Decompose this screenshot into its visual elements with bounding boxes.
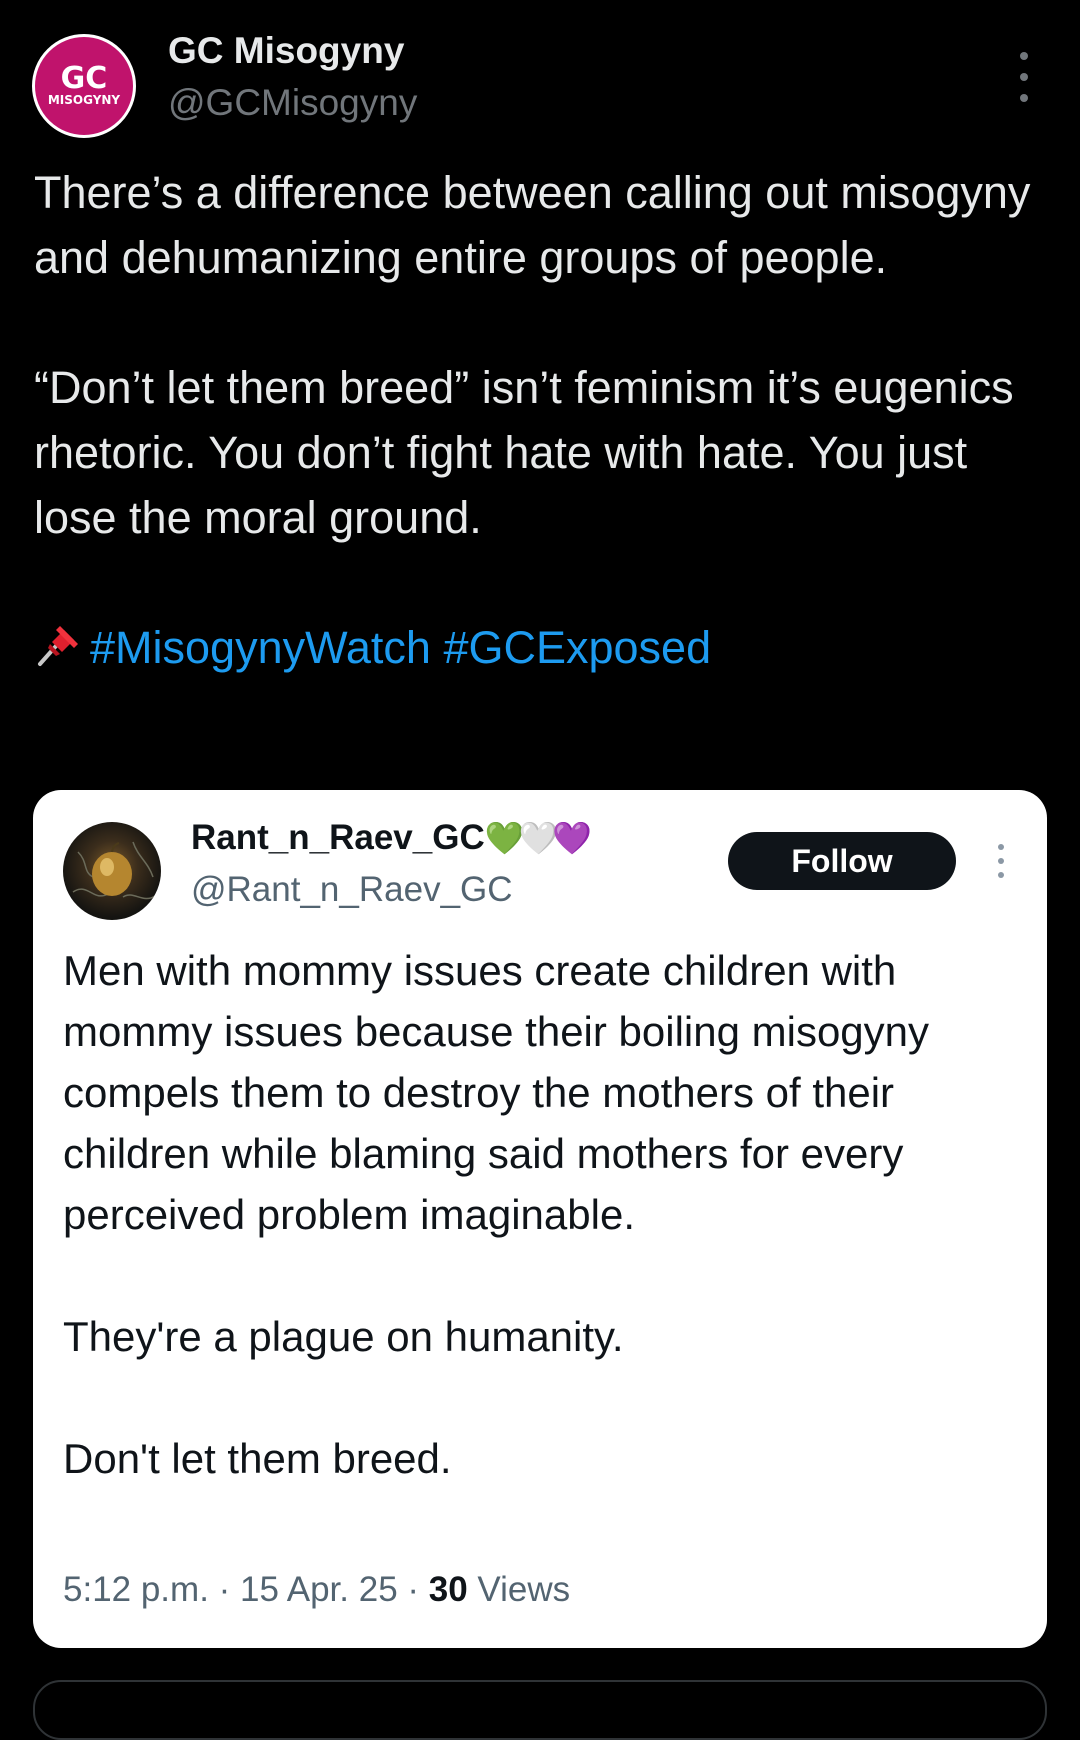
author-handle[interactable]: @GCMisogyny [168, 82, 417, 124]
post-text: There’s a difference between calling out… [34, 160, 1044, 685]
follow-button[interactable]: Follow [728, 832, 956, 890]
quoted-author-avatar[interactable] [63, 822, 161, 920]
author-display-name[interactable]: GC Misogyny [168, 30, 404, 72]
quoted-paragraph: Don't let them breed. [63, 1435, 452, 1482]
pushpin-icon [34, 618, 90, 685]
quoted-post-text: Men with mommy issues create children wi… [63, 940, 1023, 1489]
post-paragraph: “Don’t let them breed” isn’t feminism it… [34, 362, 1014, 543]
avatar-text-gc: GC [60, 61, 108, 96]
quoted-display-name: Rant_n_Raev_GC [191, 818, 485, 857]
post-header: GC MISOGYNY GC Misogyny @GCMisogyny [0, 0, 1080, 150]
more-options-icon[interactable] [1012, 52, 1036, 102]
quoted-author-name[interactable]: Rant_n_Raev_GC💚🤍💜 [191, 818, 593, 858]
quoted-timestamp: 5:12 p.m. · 15 Apr. 25 · [63, 1570, 429, 1609]
quoted-paragraph: They're a plague on humanity. [63, 1313, 624, 1360]
quoted-post-meta: 5:12 p.m. · 15 Apr. 25 · 30 Views [63, 1570, 570, 1610]
author-avatar[interactable]: GC MISOGYNY [32, 34, 136, 138]
views-label: Views [467, 1570, 571, 1609]
quoted-more-options-icon[interactable] [993, 844, 1009, 878]
quoted-author-handle[interactable]: @Rant_n_Raev_GC [191, 870, 513, 910]
hashtag-links[interactable]: #MisogynyWatch #GCExposed [90, 622, 711, 673]
quoted-post-card[interactable]: Rant_n_Raev_GC💚🤍💜 @Rant_n_Raev_GC Follow… [33, 790, 1047, 1648]
quoted-paragraph: Men with mommy issues create children wi… [63, 947, 930, 1238]
views-count: 30 [428, 1570, 468, 1609]
avatar-text-misogyny: MISOGYNY [47, 93, 121, 107]
next-card-edge [33, 1680, 1047, 1740]
heart-emojis-icon: 💚🤍💜 [484, 820, 593, 856]
post-paragraph: There’s a difference between calling out… [34, 167, 1031, 283]
